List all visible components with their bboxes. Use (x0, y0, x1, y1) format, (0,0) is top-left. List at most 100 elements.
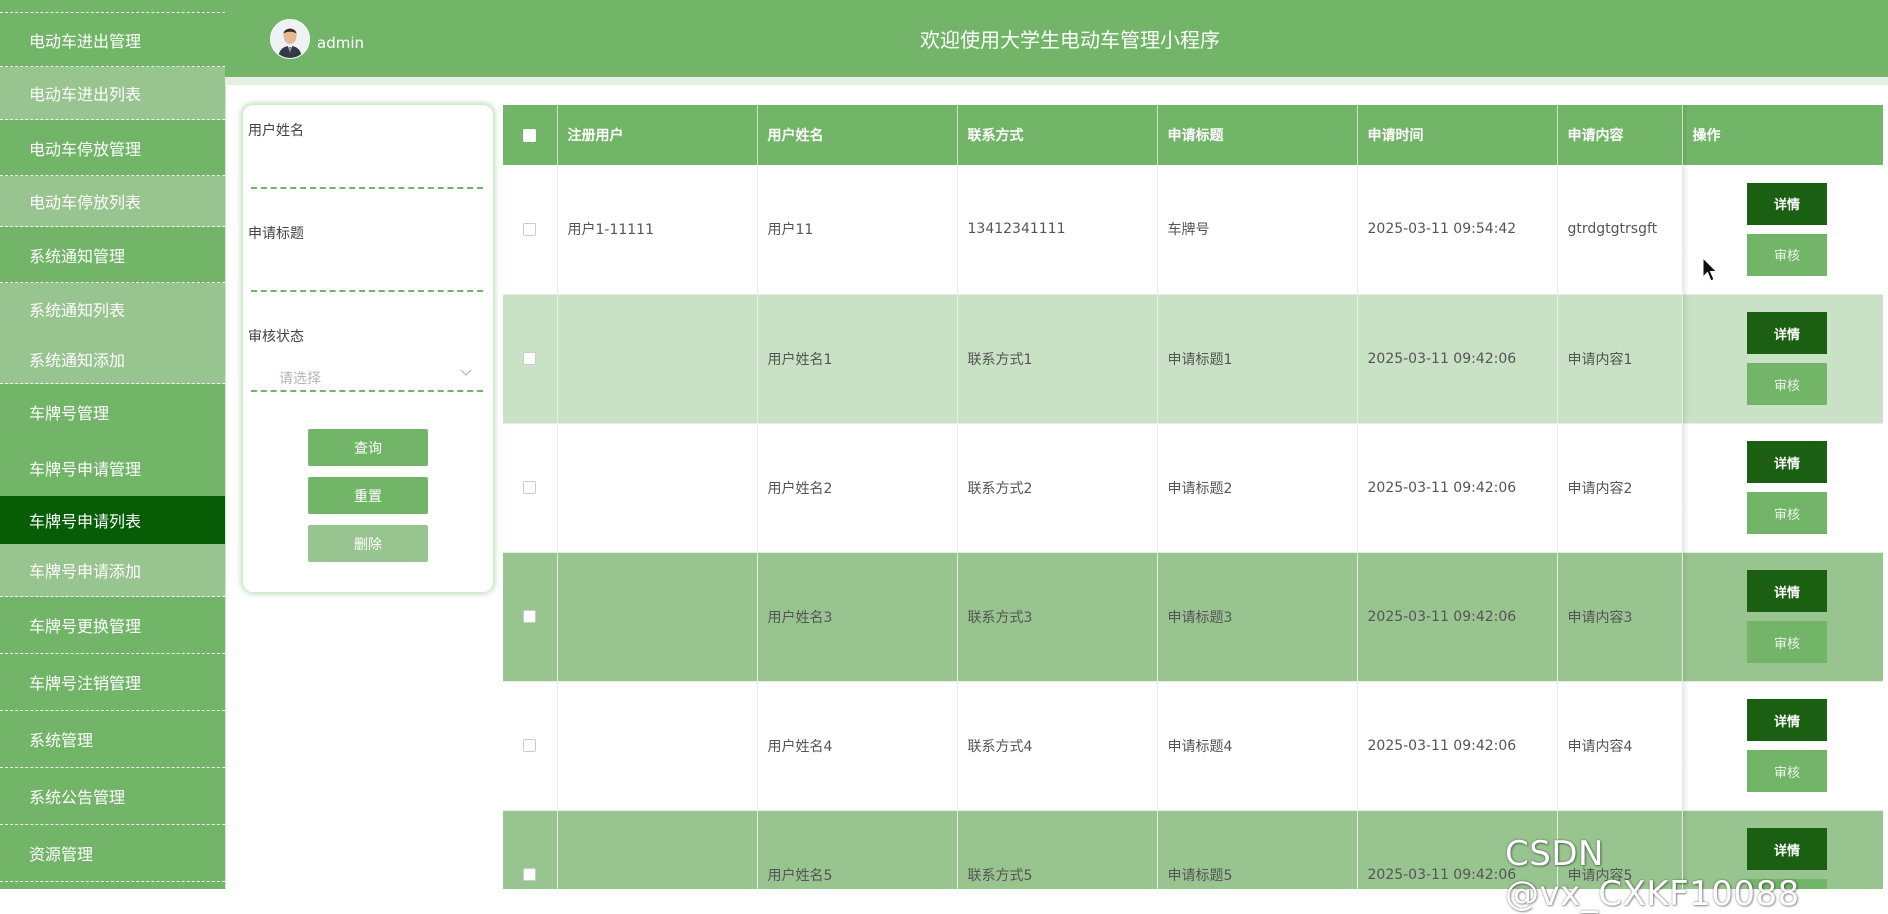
table-cell-contact: 联系方式5 (957, 810, 1158, 889)
audit-button[interactable]: 审核 (1747, 492, 1827, 534)
table-cell-title: 车牌号 (1157, 165, 1358, 295)
row-checkbox[interactable] (522, 610, 536, 623)
column-header[interactable]: 用户姓名 (757, 105, 958, 165)
column-header: 操作 (1682, 105, 1883, 165)
mouse-cursor-icon (1702, 256, 1718, 287)
table-cell-name: 用户11 (757, 165, 958, 295)
sidebar-item-label: 电动车停放管理 (29, 139, 142, 159)
table-cell-contact: 13412341111 (957, 165, 1158, 295)
delete-button[interactable]: 删除 (308, 525, 428, 562)
sidebar-item-plate-apply-manage[interactable]: 车牌号申请管理 (0, 440, 225, 496)
table-cell-title: 申请标题3 (1157, 552, 1358, 682)
sidebar-item-plate-apply-add[interactable]: 车牌号申请添加 (0, 544, 225, 597)
sidebar-item-notice-add[interactable]: 系统通知添加 (0, 334, 225, 384)
detail-button[interactable]: 详情 (1747, 441, 1827, 483)
audit-button[interactable]: 审核 (1747, 750, 1827, 792)
table-header-row: 注册用户 用户姓名 联系方式 申请标题 申请时间 申请内容 操作 (503, 105, 1883, 165)
table-cell-name: 用户姓名2 (757, 423, 958, 553)
sidebar-item-label: 电动车进出列表 (29, 85, 142, 104)
table-cell-contact: 联系方式4 (957, 681, 1158, 811)
row-select-cell (503, 681, 558, 811)
watermark: CSDN @vx_CXKF10088 (1505, 834, 1800, 914)
title-input[interactable] (251, 264, 483, 292)
sidebar-item-system-manage[interactable]: 系统管理 (0, 711, 225, 768)
sidebar-item-plate-change-manage[interactable]: 车牌号更换管理 (0, 597, 225, 654)
row-select-cell (503, 423, 558, 553)
sidebar-item-hidden-top[interactable] (0, 0, 225, 13)
name-input[interactable] (251, 161, 483, 189)
row-checkbox[interactable] (522, 739, 536, 752)
table-cell-contact: 联系方式2 (957, 423, 1158, 553)
table-row: 用户姓名1 联系方式1 申请标题1 2025-03-11 09:42:06 申请内容1 详… (503, 294, 1883, 424)
sidebar-item-ev-parking-list[interactable]: 电动车停放列表 (0, 176, 225, 227)
audit-button[interactable]: 审核 (1747, 363, 1827, 405)
row-select-cell (503, 165, 558, 295)
sidebar-item-label: 系统管理 (29, 731, 94, 750)
select-all-checkbox[interactable] (522, 128, 536, 142)
table-cell-user (557, 423, 758, 553)
detail-button[interactable]: 详情 (1747, 699, 1827, 741)
table-cell-contact: 联系方式3 (957, 552, 1158, 682)
table-cell-name: 用户姓名4 (757, 681, 958, 811)
row-checkbox[interactable] (522, 352, 536, 365)
table-cell-time: 2025-03-11 09:42:06 (1357, 423, 1558, 553)
table-cell-content: 申请内容2 (1557, 423, 1683, 553)
chevron-down-icon (459, 365, 473, 382)
sidebar-item-plate-apply-list[interactable]: 车牌号申请列表 (0, 496, 225, 544)
sidebar-item-label: 电动车停放列表 (29, 193, 142, 212)
detail-button[interactable]: 详情 (1747, 182, 1827, 225)
table-cell-time: 2025-03-11 09:42:06 (1357, 681, 1558, 811)
column-header[interactable]: 联系方式 (957, 105, 1158, 165)
sidebar-item-label: 系统通知管理 (29, 246, 126, 266)
sidebar-item-label: 车牌号申请管理 (29, 460, 142, 479)
audit-button[interactable]: 审核 (1747, 233, 1827, 276)
status-label: 审核状态 (248, 329, 304, 345)
sidebar-item-resource-manage[interactable]: 资源管理 (0, 825, 225, 882)
table-cell-user (557, 552, 758, 682)
detail-button[interactable]: 详情 (1747, 570, 1827, 612)
reset-button[interactable]: 重置 (308, 477, 428, 514)
sidebar-item-label: 系统公告管理 (29, 788, 126, 807)
avatar[interactable] (270, 19, 310, 59)
query-button[interactable]: 查询 (308, 429, 428, 466)
status-select[interactable]: 请选择 (251, 362, 483, 392)
actions-cell: 详情审核 (1682, 294, 1883, 424)
username-label: admin (317, 34, 364, 52)
table-cell-name: 用户姓名5 (757, 810, 958, 889)
actions-cell: 详情审核 (1682, 681, 1883, 811)
row-checkbox[interactable] (522, 481, 536, 494)
detail-button[interactable]: 详情 (1747, 312, 1827, 354)
sidebar-item-announcement-manage[interactable]: 系统公告管理 (0, 768, 225, 825)
column-header[interactable]: 申请内容 (1557, 105, 1683, 165)
sidebar-item-plate-cancel-manage[interactable]: 车牌号注销管理 (0, 654, 225, 711)
sidebar-item-label: 车牌号更换管理 (29, 617, 142, 636)
sidebar-item-notice-list[interactable]: 系统通知列表 (0, 283, 225, 334)
table-cell-title: 申请标题4 (1157, 681, 1358, 811)
sidebar-item-label: 车牌号注销管理 (29, 674, 142, 693)
column-header[interactable]: 申请时间 (1357, 105, 1558, 165)
sidebar-item-ev-inout-manage[interactable]: 电动车进出管理 (0, 14, 225, 67)
sidebar-item-label: 车牌号申请列表 (29, 512, 142, 531)
user-avatar-icon (271, 20, 309, 58)
row-checkbox[interactable] (522, 222, 536, 236)
name-label: 用户姓名 (248, 123, 304, 139)
sidebar-item-ev-inout-list[interactable]: 电动车进出列表 (0, 67, 225, 120)
table-row: 用户1-11111 用户11 13412341111 车牌号 2025-03-11 09… (503, 165, 1883, 295)
sidebar-item-notice-manage[interactable]: 系统通知管理 (0, 227, 225, 283)
page-title: 欢迎使用大学生电动车管理小程序 (920, 28, 1220, 52)
table-cell-name: 用户姓名3 (757, 552, 958, 682)
audit-button[interactable]: 审核 (1747, 621, 1827, 663)
table-cell-user (557, 294, 758, 424)
sidebar-item-label: 系统通知添加 (29, 350, 126, 370)
table-cell-content: 申请内容3 (1557, 552, 1683, 682)
sidebar-item-plate-manage[interactable]: 车牌号管理 (0, 384, 225, 440)
table-cell-time: 2025-03-11 09:42:06 (1357, 294, 1558, 424)
status-select-placeholder: 请选择 (279, 371, 321, 387)
table-cell-time: 2025-03-11 09:54:42 (1357, 165, 1558, 295)
table-cell-user: 用户1-11111 (557, 165, 758, 295)
row-checkbox[interactable] (522, 868, 536, 881)
sidebar-item-ev-parking-manage[interactable]: 电动车停放管理 (0, 120, 225, 176)
column-header[interactable]: 申请标题 (1157, 105, 1358, 165)
sidebar-item-label: 资源管理 (29, 845, 94, 864)
column-header[interactable]: 注册用户 (557, 105, 758, 165)
